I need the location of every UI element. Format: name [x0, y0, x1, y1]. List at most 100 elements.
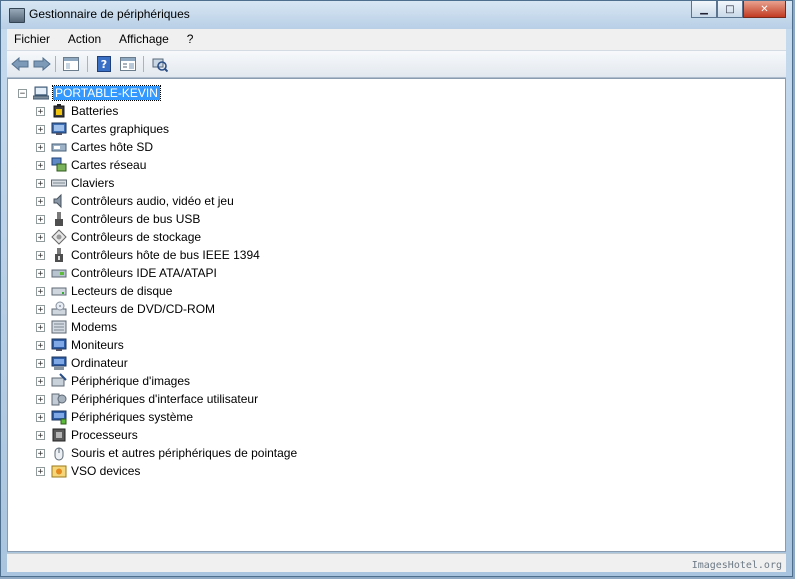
expand-toggle-icon[interactable]: +: [36, 394, 45, 404]
device-tree-panel[interactable]: − PORTABLE-KEVIN + Batteries + Cartes graph…: [7, 78, 786, 552]
device-category-item[interactable]: + Cartes hôte SD: [36, 138, 153, 156]
device-category-label: Lecteurs de disque: [71, 284, 173, 298]
maximize-button[interactable]: □: [717, 1, 743, 18]
console-tree-icon: [63, 57, 79, 71]
forward-button[interactable]: [33, 55, 51, 73]
device-category-item[interactable]: + Processeurs: [36, 426, 138, 444]
device-category-label: Batteries: [71, 104, 119, 118]
expand-toggle-icon[interactable]: +: [36, 322, 45, 332]
device-category-label: Périphérique d'images: [71, 374, 191, 388]
menu-bar: Fichier Action Affichage ?: [7, 29, 786, 51]
forward-arrow-icon: [33, 57, 51, 71]
root-computer-label[interactable]: PORTABLE-KEVIN: [52, 85, 161, 101]
show-hide-console-tree-button[interactable]: [62, 55, 80, 73]
hid-icon: [51, 391, 67, 407]
device-category-item[interactable]: + Moniteurs: [36, 336, 124, 354]
expand-toggle-icon[interactable]: +: [36, 430, 45, 440]
device-category-label: Périphériques système: [71, 410, 194, 424]
device-category-item[interactable]: + Contrôleurs hôte de bus IEEE 1394: [36, 246, 260, 264]
device-category-item[interactable]: + Périphérique d'images: [36, 372, 190, 390]
device-category-label: Cartes hôte SD: [71, 140, 154, 154]
ide-controller-icon: [51, 265, 67, 281]
device-category-item[interactable]: + Contrôleurs IDE ATA/ATAPI: [36, 264, 217, 282]
keyboard-icon: [51, 175, 67, 191]
expand-toggle-icon[interactable]: +: [36, 160, 45, 170]
scan-hardware-icon: [152, 58, 168, 72]
device-category-label: Ordinateur: [71, 356, 128, 370]
minimize-button[interactable]: ▁: [691, 1, 717, 18]
expand-toggle-icon[interactable]: +: [36, 376, 45, 386]
device-category-label: Contrôleurs audio, vidéo et jeu: [71, 194, 234, 208]
computer-root-icon: [33, 85, 49, 101]
processor-icon: [51, 427, 67, 443]
expand-toggle-icon[interactable]: +: [36, 340, 45, 350]
tree-root[interactable]: − PORTABLE-KEVIN: [18, 84, 161, 102]
device-category-label: Contrôleurs de bus USB: [71, 212, 201, 226]
device-category-item[interactable]: + Lecteurs de disque: [36, 282, 172, 300]
usb-icon: [51, 211, 67, 227]
device-category-item[interactable]: + Batteries: [36, 102, 118, 120]
maximize-icon: □: [725, 3, 735, 15]
expand-toggle-icon[interactable]: +: [36, 412, 45, 422]
speaker-icon: [51, 193, 67, 209]
toolbar-separator: [143, 56, 144, 72]
disk-drive-icon: [51, 283, 67, 299]
device-category-item[interactable]: + Modems: [36, 318, 117, 336]
device-category-item[interactable]: + Claviers: [36, 174, 114, 192]
device-category-item[interactable]: + Ordinateur: [36, 354, 128, 372]
window-title: Gestionnaire de périphériques: [29, 7, 190, 21]
back-arrow-icon: [11, 57, 29, 71]
expand-toggle-icon[interactable]: +: [36, 304, 45, 314]
expand-toggle-icon[interactable]: +: [36, 178, 45, 188]
close-button[interactable]: ✕: [743, 1, 786, 18]
menu-action[interactable]: Action: [61, 29, 108, 46]
device-category-label: Processeurs: [71, 428, 138, 442]
properties-button[interactable]: [119, 55, 137, 73]
toolbar-separator: [55, 56, 56, 72]
scan-hardware-changes-button[interactable]: [151, 55, 169, 73]
expand-toggle-icon[interactable]: +: [36, 448, 45, 458]
device-category-item[interactable]: + Cartes graphiques: [36, 120, 169, 138]
expand-toggle-icon[interactable]: +: [36, 106, 45, 116]
toolbar-separator: [87, 56, 88, 72]
system-device-icon: [51, 409, 67, 425]
device-category-label: Souris et autres périphériques de pointa…: [71, 446, 298, 460]
expand-toggle-icon[interactable]: +: [36, 196, 45, 206]
device-category-item[interactable]: + Contrôleurs audio, vidéo et jeu: [36, 192, 234, 210]
menu-affichage[interactable]: Affichage: [112, 29, 176, 46]
device-category-item[interactable]: + Souris et autres périphériques de point…: [36, 444, 297, 462]
device-manager-window: Gestionnaire de périphériques ▁ □ ✕ Fich…: [0, 0, 793, 577]
expand-toggle-icon[interactable]: +: [36, 466, 45, 476]
device-category-label: Contrôleurs IDE ATA/ATAPI: [71, 266, 217, 280]
storage-controller-icon: [51, 229, 67, 245]
device-category-item[interactable]: + Contrôleurs de bus USB: [36, 210, 200, 228]
device-category-item[interactable]: + Périphériques système: [36, 408, 193, 426]
expand-toggle-icon[interactable]: +: [36, 358, 45, 368]
display-adapter-icon: [51, 121, 67, 137]
expand-toggle-icon[interactable]: +: [36, 250, 45, 260]
toolbar: ?: [7, 51, 786, 78]
imaging-device-icon: [51, 373, 67, 389]
expand-toggle-icon[interactable]: +: [36, 286, 45, 296]
title-bar[interactable]: Gestionnaire de périphériques ▁ □ ✕: [1, 1, 792, 29]
back-button[interactable]: [11, 55, 29, 73]
expand-toggle-icon[interactable]: +: [36, 214, 45, 224]
device-category-label: Cartes réseau: [71, 158, 147, 172]
computer-icon: [51, 355, 67, 371]
help-button[interactable]: ?: [95, 55, 113, 73]
menu-fichier[interactable]: Fichier: [7, 29, 57, 46]
device-category-item[interactable]: + Contrôleurs de stockage: [36, 228, 201, 246]
collapse-toggle-icon[interactable]: −: [18, 88, 27, 98]
device-category-label: Modems: [71, 320, 118, 334]
device-category-item[interactable]: + Cartes réseau: [36, 156, 146, 174]
menu-help[interactable]: ?: [180, 29, 201, 46]
expand-toggle-icon[interactable]: +: [36, 232, 45, 242]
device-category-item[interactable]: + Périphériques d'interface utilisateur: [36, 390, 258, 408]
status-bar: ImagesHotel.org: [7, 553, 786, 572]
device-category-item[interactable]: + Lecteurs de DVD/CD-ROM: [36, 300, 215, 318]
expand-toggle-icon[interactable]: +: [36, 142, 45, 152]
modem-icon: [51, 319, 67, 335]
device-category-item[interactable]: + VSO devices: [36, 462, 140, 480]
expand-toggle-icon[interactable]: +: [36, 124, 45, 134]
expand-toggle-icon[interactable]: +: [36, 268, 45, 278]
